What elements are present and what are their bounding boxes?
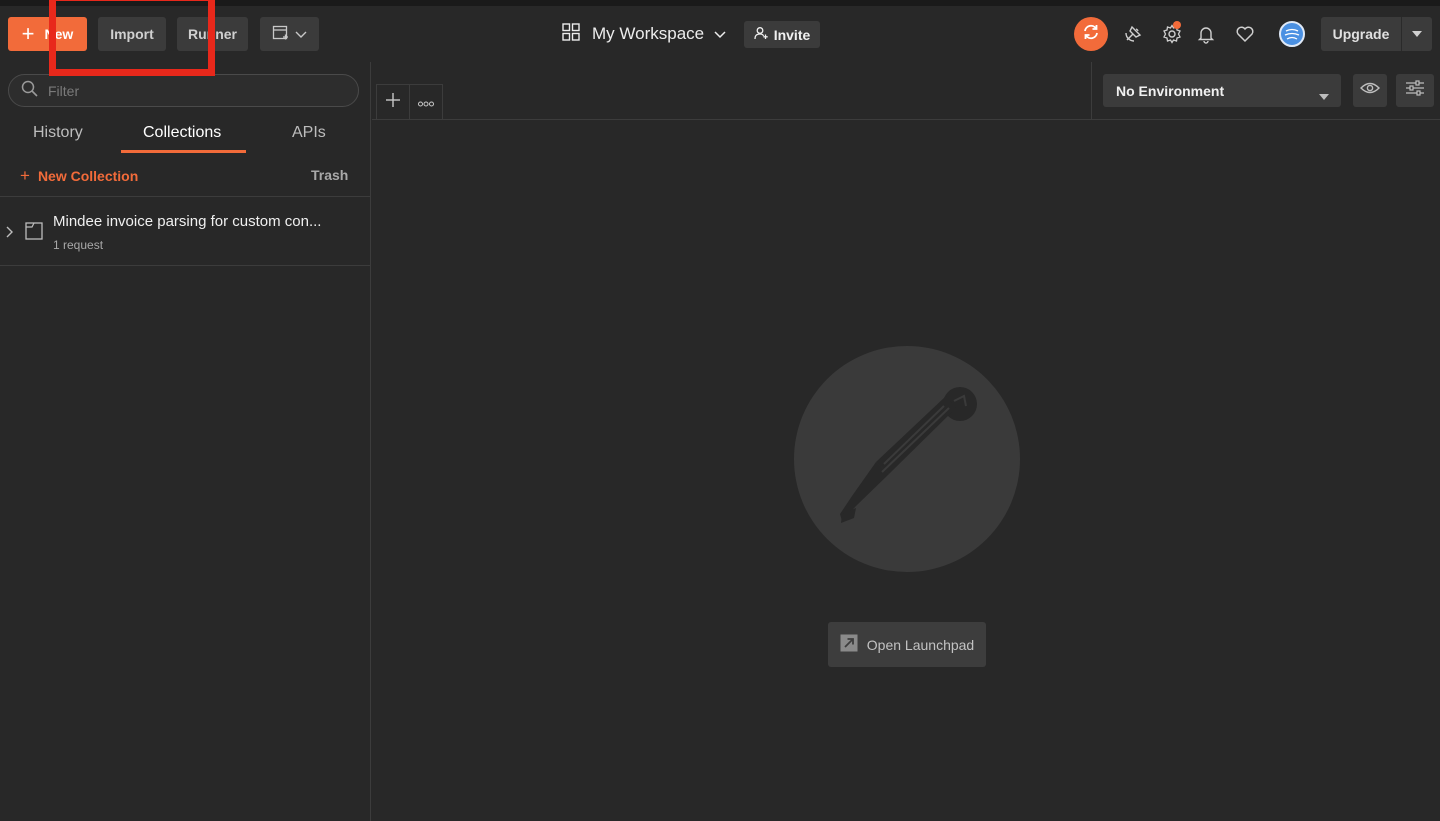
add-user-icon xyxy=(754,26,768,43)
open-launchpad-label: Open Launchpad xyxy=(866,636,975,653)
upgrade-button[interactable]: Upgrade xyxy=(1321,17,1432,51)
sidebar-tabs: History Collections APIs xyxy=(0,120,371,154)
chevron-down-icon xyxy=(714,24,726,44)
external-link-icon xyxy=(840,634,858,655)
grid-icon xyxy=(562,22,580,46)
caret-down-icon xyxy=(1319,87,1329,103)
satellite-icon[interactable] xyxy=(1122,23,1144,45)
import-button-label: Import xyxy=(110,26,154,42)
tab-history[interactable]: History xyxy=(33,124,83,142)
collection-request-count: 1 request xyxy=(53,238,104,252)
import-button[interactable]: Import xyxy=(98,17,166,51)
sliders-icon xyxy=(1405,79,1425,102)
new-button-label: New xyxy=(44,26,74,42)
active-tab-indicator xyxy=(121,150,246,153)
invite-button[interactable]: Invite xyxy=(744,21,820,48)
heart-icon[interactable] xyxy=(1234,23,1256,45)
request-tabbar: No Environment xyxy=(372,62,1440,120)
sidebar: History Collections APIs + New Collectio… xyxy=(0,62,371,821)
bell-icon[interactable] xyxy=(1195,23,1217,45)
trash-button[interactable]: Trash xyxy=(311,167,348,183)
environment-select[interactable]: No Environment xyxy=(1103,74,1341,107)
new-collection-button[interactable]: + New Collection xyxy=(20,166,138,186)
notification-dot xyxy=(1173,21,1181,29)
more-tabs-button[interactable] xyxy=(409,84,443,120)
avatar[interactable] xyxy=(1279,21,1305,47)
workspace-selector[interactable]: My Workspace xyxy=(562,18,726,50)
caret-down-icon[interactable] xyxy=(1401,17,1432,51)
collection-item[interactable]: Mindee invoice parsing for custom con...… xyxy=(0,197,370,266)
plus-icon: + xyxy=(21,21,35,46)
sync-button[interactable] xyxy=(1074,17,1108,51)
postman-logo-icon xyxy=(794,346,1020,572)
new-collection-label: New Collection xyxy=(37,168,139,184)
ellipsis-icon xyxy=(418,94,434,112)
workspace-label: My Workspace xyxy=(592,24,705,43)
environment-bar: No Environment xyxy=(1091,62,1440,120)
collection-icon xyxy=(25,222,43,245)
open-launchpad-button[interactable]: Open Launchpad xyxy=(828,622,986,667)
manage-environments-button[interactable] xyxy=(1396,74,1434,107)
environment-label: No Environment xyxy=(1116,82,1225,99)
divider xyxy=(0,265,371,266)
search-icon xyxy=(21,80,38,102)
collection-name: Mindee invoice parsing for custom con... xyxy=(53,213,322,230)
add-tab-button[interactable] xyxy=(376,84,410,120)
plus-icon: + xyxy=(20,166,30,185)
plus-icon xyxy=(386,93,400,112)
filter-input[interactable] xyxy=(48,82,328,99)
new-button[interactable]: + New xyxy=(8,17,87,51)
app-header: + New Import Runner My Workspace Invite xyxy=(0,6,1440,62)
tab-apis[interactable]: APIs xyxy=(292,124,326,142)
sync-icon xyxy=(1081,22,1101,47)
runner-button[interactable]: Runner xyxy=(177,17,248,51)
filter-field[interactable] xyxy=(8,74,359,107)
eye-icon xyxy=(1360,81,1380,100)
tab-collections[interactable]: Collections xyxy=(143,124,221,142)
chevron-down-icon xyxy=(295,26,307,42)
upgrade-label: Upgrade xyxy=(1332,26,1390,42)
chevron-right-icon[interactable] xyxy=(6,225,14,243)
runner-button-label: Runner xyxy=(188,26,237,42)
environment-quick-look-button[interactable] xyxy=(1353,74,1387,107)
new-window-button[interactable] xyxy=(260,17,319,51)
invite-button-label: Invite xyxy=(773,26,811,43)
new-window-icon xyxy=(272,24,292,45)
